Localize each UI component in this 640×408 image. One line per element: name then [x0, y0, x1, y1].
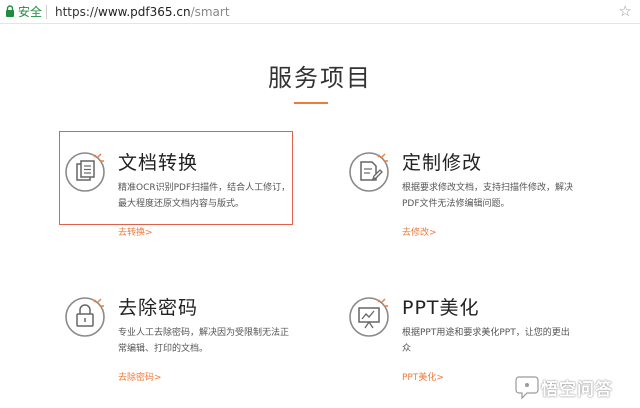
document-convert-icon — [65, 152, 105, 192]
watermark-text: 悟空问答 — [541, 380, 613, 400]
padlock-icon — [65, 297, 105, 337]
service-title: PPT美化 — [402, 297, 480, 319]
edit-link[interactable]: 去修改> — [402, 225, 437, 238]
title-underline — [294, 102, 328, 104]
service-title: 定制修改 — [402, 152, 483, 174]
service-description: 专业人工去除密码，解决因为受限制无法正常编辑、打印的文档。 — [118, 328, 290, 354]
service-title: 去除密码 — [118, 297, 199, 319]
presentation-icon — [349, 297, 389, 337]
ppt-beautify-link[interactable]: PPT美化> — [402, 370, 444, 383]
service-description: 精准OCR识别PDF扫描件，结合人工修订，最大程度还原文档内容与版式。 — [118, 183, 291, 209]
lock-icon — [6, 5, 14, 17]
url-host: www.pdf365.cn — [98, 5, 191, 19]
document-edit-icon — [349, 152, 389, 192]
url-path: /smart — [190, 5, 230, 19]
page-title: 服务项目 — [268, 64, 372, 92]
service-title: 文档转换 — [118, 152, 199, 174]
service-description: 根据PPT用途和要求美化PPT，让您的更出众 — [402, 328, 570, 354]
secure-label: 安全 — [18, 5, 43, 19]
url-text[interactable]: https://www.pdf365.cn/smart — [55, 4, 230, 20]
remove-password-link[interactable]: 去除密码> — [118, 370, 162, 383]
bookmark-star-icon[interactable]: ☆ — [619, 3, 632, 19]
url-scheme: https:// — [55, 5, 99, 19]
service-description: 根据要求修改文档，支持扫描件修改，解决PDF文件无法修编辑问题。 — [402, 183, 574, 209]
address-bar[interactable]: 安全 https://www.pdf365.cn/smart ☆ — [0, 0, 640, 24]
convert-link[interactable]: 去转换> — [118, 225, 153, 238]
speech-bubble-icon — [515, 376, 539, 400]
divider — [46, 5, 47, 19]
